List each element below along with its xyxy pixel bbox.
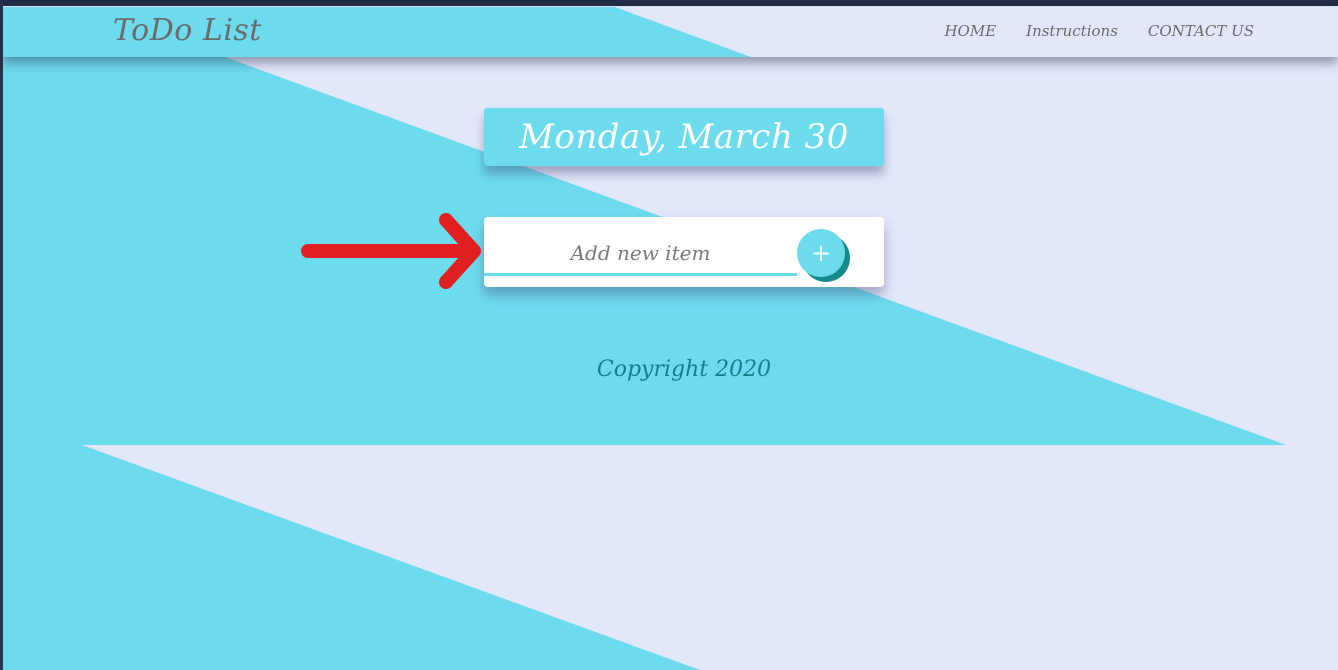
red-arrow-right-icon <box>301 213 481 289</box>
navbar: ToDo List HOME Instructions CONTACT US <box>3 7 1338 57</box>
add-item-button[interactable]: + <box>797 229 845 277</box>
add-item-card: + <box>484 217 884 287</box>
nav-links: HOME Instructions CONTACT US <box>944 22 1254 40</box>
brand-title[interactable]: ToDo List <box>113 13 262 48</box>
window-left-edge <box>0 0 3 670</box>
date-header: Monday, March 30 <box>484 108 884 166</box>
lower-background-wedge <box>3 445 700 670</box>
copyright-text: Copyright 2020 <box>596 357 772 382</box>
add-item-input[interactable] <box>484 232 797 276</box>
background-diagonal-shapes <box>3 57 1286 670</box>
nav-link-home[interactable]: HOME <box>944 22 996 40</box>
nav-link-contact-us[interactable]: CONTACT US <box>1148 22 1254 40</box>
nav-link-instructions[interactable]: Instructions <box>1026 22 1118 40</box>
date-text: Monday, March 30 <box>519 117 849 157</box>
